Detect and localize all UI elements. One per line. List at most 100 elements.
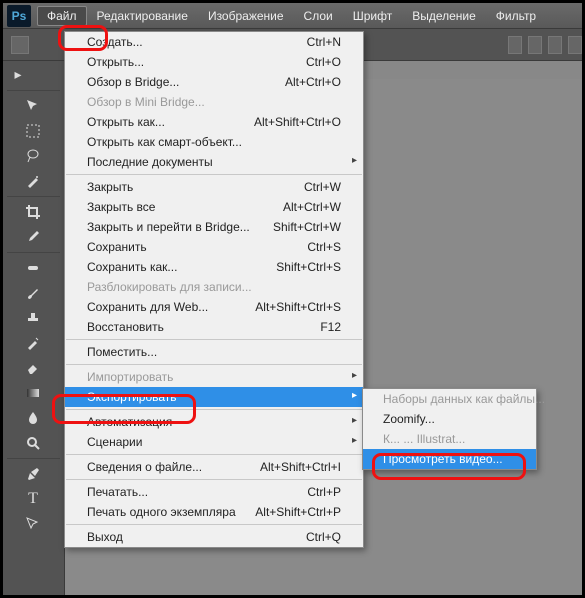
menu-item[interactable]: Закрыть все Alt+Ctrl+W xyxy=(65,197,363,217)
menu-image[interactable]: Изображение xyxy=(198,6,294,26)
menu-item-label: Печатать... xyxy=(87,485,148,499)
arrange-icon[interactable] xyxy=(508,36,522,54)
submenu-item-label: К... ... Illustrat... xyxy=(383,432,465,446)
stamp-tool-icon[interactable] xyxy=(19,306,47,330)
menu-item-label: Сценарии xyxy=(87,435,142,449)
menu-item-label: Импортировать xyxy=(87,370,173,384)
menu-item[interactable]: Закрыть Ctrl+W xyxy=(65,177,363,197)
menu-item-shortcut: Shift+Ctrl+S xyxy=(276,260,341,274)
menu-item[interactable]: Создать...Ctrl+N xyxy=(65,32,363,52)
menu-item-label: Сохранить для Web... xyxy=(87,300,208,314)
menu-item-shortcut: Alt+Shift+Ctrl+I xyxy=(260,460,341,474)
submenu-item-label: Просмотреть видео... xyxy=(383,452,503,466)
submenu-item: Наборы данных как файлы... xyxy=(363,389,536,409)
brush-tool-icon[interactable] xyxy=(19,281,47,305)
menu-item-shortcut: Ctrl+P xyxy=(307,485,341,499)
export-submenu: Наборы данных как файлы... Zoomify... К...… xyxy=(362,388,537,470)
menu-item[interactable]: Экспортировать xyxy=(65,387,363,407)
dodge-tool-icon[interactable] xyxy=(19,431,47,455)
menu-item[interactable]: Сценарии xyxy=(65,432,363,452)
menu-item[interactable]: Печатать... Ctrl+P xyxy=(65,482,363,502)
menu-item-shortcut: Ctrl+O xyxy=(306,55,341,69)
heal-tool-icon[interactable] xyxy=(19,256,47,280)
menu-item-label: Сохранить как... xyxy=(87,260,177,274)
wand-tool-icon[interactable] xyxy=(19,169,47,193)
eyedropper-tool-icon[interactable] xyxy=(19,225,47,249)
menu-item[interactable]: Сохранить как... Shift+Ctrl+S xyxy=(65,257,363,277)
submenu-item[interactable]: Zoomify... xyxy=(363,409,536,429)
menu-item[interactable]: Сведения о файле... Alt+Shift+Ctrl+I xyxy=(65,457,363,477)
menu-item-label: Сохранить xyxy=(87,240,147,254)
gradient-tool-icon[interactable] xyxy=(19,381,47,405)
move-tool-icon[interactable] xyxy=(19,94,47,118)
eraser-tool-icon[interactable] xyxy=(19,356,47,380)
menu-item: Обзор в Mini Bridge... xyxy=(65,92,363,112)
menu-item-label: Восстановить xyxy=(87,320,164,334)
menu-item[interactable]: Закрыть и перейти в Bridge... Shift+Ctrl+… xyxy=(65,217,363,237)
menu-item[interactable]: Открыть как смарт-объект... xyxy=(65,132,363,152)
menu-item-label: Выход xyxy=(87,530,123,544)
menu-edit[interactable]: Редактирование xyxy=(87,6,198,26)
menu-item[interactable]: Сохранить для Web... Alt+Shift+Ctrl+S xyxy=(65,297,363,317)
menu-item-label: Поместить... xyxy=(87,345,157,359)
menu-item[interactable]: ВыходCtrl+Q xyxy=(65,527,363,547)
menu-item-label: Закрыть xyxy=(87,180,133,194)
menu-item[interactable]: Поместить... xyxy=(65,342,363,362)
tool-preset-icon[interactable] xyxy=(11,36,29,54)
menu-layers[interactable]: Слои xyxy=(294,6,343,26)
menu-item-label: Сведения о файле... xyxy=(87,460,202,474)
submenu-item[interactable]: Просмотреть видео... xyxy=(363,449,536,469)
menu-filter[interactable]: Фильтр xyxy=(486,6,546,26)
menu-item-shortcut: Shift+Ctrl+W xyxy=(273,220,341,234)
menu-item-label: Открыть... xyxy=(87,55,144,69)
submenu-item-label: Zoomify... xyxy=(383,412,435,426)
menu-item-label: Автоматизация xyxy=(87,415,172,429)
submenu-item-label: Наборы данных как файлы... xyxy=(383,392,545,406)
menu-item-label: Закрыть все xyxy=(87,200,155,214)
menu-item-label: Последние документы xyxy=(87,155,213,169)
menu-item[interactable]: Последние документы xyxy=(65,152,363,172)
menu-item-shortcut: Ctrl+S xyxy=(307,240,341,254)
menu-item[interactable]: Восстановить F12 xyxy=(65,317,363,337)
menu-file[interactable]: Файл xyxy=(37,6,87,26)
menu-item[interactable]: Открыть... Ctrl+O xyxy=(65,52,363,72)
menu-item-shortcut: Alt+Shift+Ctrl+P xyxy=(255,505,341,519)
menu-item-shortcut: Ctrl+W xyxy=(304,180,341,194)
menu-item[interactable]: Сохранить Ctrl+S xyxy=(65,237,363,257)
menu-select[interactable]: Выделение xyxy=(402,6,486,26)
collapse-icon[interactable]: ▸ xyxy=(4,62,32,86)
lasso-tool-icon[interactable] xyxy=(19,144,47,168)
arrange-icon[interactable] xyxy=(528,36,542,54)
menu-font[interactable]: Шрифт xyxy=(343,6,402,26)
menu-item-shortcut: F12 xyxy=(320,320,341,334)
arrange-icon[interactable] xyxy=(548,36,562,54)
history-brush-tool-icon[interactable] xyxy=(19,331,47,355)
blur-tool-icon[interactable] xyxy=(19,406,47,430)
menu-item[interactable]: Обзор в Bridge... Alt+Ctrl+O xyxy=(65,72,363,92)
path-tool-icon[interactable] xyxy=(19,512,47,536)
marquee-tool-icon[interactable] xyxy=(19,119,47,143)
menu-item-shortcut: Ctrl+N xyxy=(307,35,341,49)
menu-item-shortcut: Alt+Shift+Ctrl+O xyxy=(254,115,341,129)
menu-item-shortcut: Alt+Ctrl+O xyxy=(285,75,341,89)
menu-item-label: Открыть как... xyxy=(87,115,165,129)
submenu-item: К... ... Illustrat... xyxy=(363,429,536,449)
menu-item-shortcut: Alt+Shift+Ctrl+S xyxy=(255,300,341,314)
tool-panel: ▸ T xyxy=(3,61,65,595)
arrange-icon[interactable] xyxy=(568,36,582,54)
menu-item[interactable]: Открыть как... Alt+Shift+Ctrl+O xyxy=(65,112,363,132)
menu-item-label: Открыть как смарт-объект... xyxy=(87,135,242,149)
menu-item[interactable]: Печать одного экземпляра Alt+Shift+Ctrl+P xyxy=(65,502,363,522)
menubar: Ps Файл Редактирование Изображение Слои … xyxy=(3,3,582,29)
pen-tool-icon[interactable] xyxy=(19,462,47,486)
menu-item-label: Печать одного экземпляра xyxy=(87,505,236,519)
type-tool-icon[interactable]: T xyxy=(19,487,47,511)
menu-item[interactable]: Автоматизация xyxy=(65,412,363,432)
menu-item-label: Разблокировать для записи... xyxy=(87,280,252,294)
menu-item-label: Обзор в Mini Bridge... xyxy=(87,95,205,109)
menu-item-label: Закрыть и перейти в Bridge... xyxy=(87,220,250,234)
menu-item-shortcut: Alt+Ctrl+W xyxy=(283,200,341,214)
crop-tool-icon[interactable] xyxy=(19,200,47,224)
menu-item: Импортировать xyxy=(65,367,363,387)
menu-item-label: Обзор в Bridge... xyxy=(87,75,179,89)
